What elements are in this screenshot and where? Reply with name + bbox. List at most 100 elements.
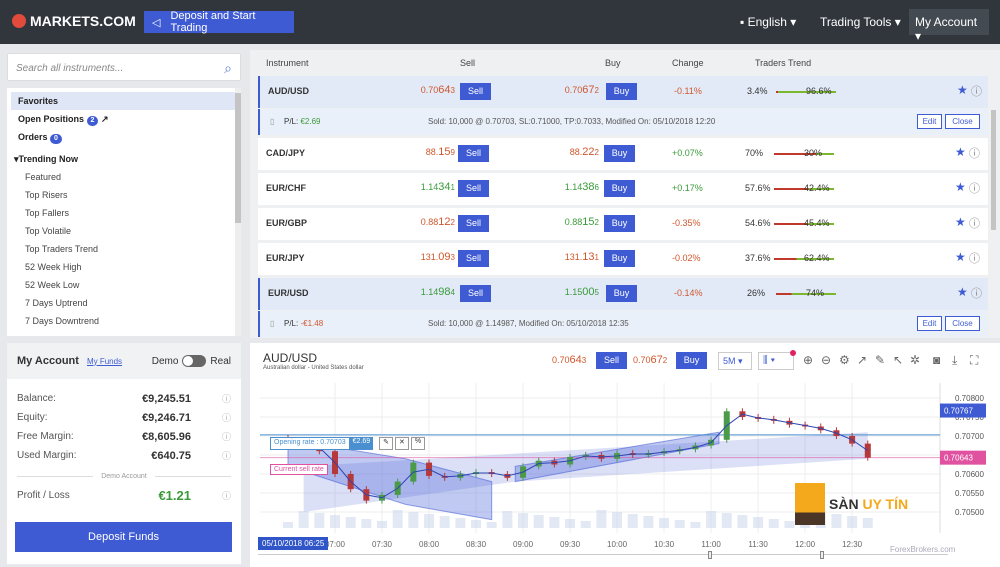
close-position-button[interactable]: Close [945, 114, 980, 129]
favorite-star-icon[interactable]: ★ [957, 285, 968, 299]
top-header: MARKETS.COM ◁ Deposit and Start Trading ▪… [0, 0, 1000, 44]
percent-icon[interactable]: % [410, 437, 426, 450]
instrument-row[interactable]: EUR/CHF 1.14341 Sell 1.14386 Buy +0.17% … [258, 173, 988, 205]
help-icon[interactable]: ⓘ [191, 449, 231, 462]
external-link-icon[interactable]: ↗ [101, 114, 109, 124]
watermark-logo-icon [795, 483, 825, 525]
buy-button[interactable]: Buy [606, 83, 637, 100]
volume-bar [737, 515, 748, 528]
instrument-row[interactable]: EUR/GBP 0.88122 Sell 0.88152 Buy -0.35% … [258, 208, 988, 240]
volume-bar [674, 520, 685, 528]
logo[interactable]: MARKETS.COM [12, 13, 136, 29]
help-icon[interactable]: ⓘ [191, 430, 231, 443]
free-margin-row: Free Margin: €8,605.96 ⓘ [17, 430, 231, 443]
edit-position-button[interactable]: Edit [917, 114, 942, 129]
volume-bar [282, 522, 293, 528]
nav-favorites[interactable]: Favorites [11, 92, 237, 110]
instrument-row[interactable]: EUR/USD 1.14984 Sell 1.15005 Buy -0.14% … [258, 278, 988, 310]
favorite-star-icon[interactable]: ★ [955, 250, 966, 264]
nav-7-days-downtrend[interactable]: 7 Days Downtrend [11, 312, 237, 330]
nav-scrollbar[interactable] [235, 88, 241, 336]
volume-bar [659, 518, 670, 528]
instrument-name: CAD/JPY [266, 148, 306, 158]
table-scrollbar[interactable] [991, 110, 996, 230]
deposit-funds-button[interactable]: Deposit Funds [15, 522, 232, 552]
chart-panel: AUD/USD Australian dollar - United State… [250, 343, 1000, 567]
instrument-name: AUD/USD [268, 86, 310, 96]
volume-bar [439, 516, 450, 528]
favorite-star-icon[interactable]: ★ [957, 83, 968, 97]
candle [864, 443, 871, 458]
volume-bar [784, 521, 795, 528]
instrument-row[interactable]: AUD/USD 0.70643 Sell 0.70672 Buy -0.11% … [258, 76, 988, 108]
sell-button[interactable]: Sell [458, 215, 489, 232]
nav-52-week-high[interactable]: 52 Week High [11, 258, 237, 276]
help-icon[interactable]: ⓘ [191, 489, 231, 502]
sell-button[interactable]: Sell [458, 180, 489, 197]
buy-button[interactable]: Buy [604, 250, 635, 267]
info-icon[interactable]: ⓘ [971, 83, 982, 99]
language-menu[interactable]: ▪ English ▾ [740, 15, 796, 29]
deposit-start-trading-button[interactable]: ◁ Deposit and Start Trading [144, 10, 294, 34]
demo-real-toggle[interactable] [182, 355, 207, 367]
opening-rate-label: Opening rate : 0.70703 €2.69 ✎ ✕ % [270, 437, 426, 450]
favorite-star-icon[interactable]: ★ [955, 145, 966, 159]
search-icon[interactable]: ⌕ [224, 60, 232, 77]
info-icon[interactable]: ⓘ [969, 145, 980, 161]
my-funds-link[interactable]: My Funds [87, 357, 122, 366]
buy-button[interactable]: Buy [604, 215, 635, 232]
volume-bar [643, 516, 654, 528]
nav-7-days-uptrend[interactable]: 7 Days Uptrend [11, 294, 237, 312]
sell-button[interactable]: Sell [458, 250, 489, 267]
real-label: Real [210, 355, 231, 367]
buy-price: 0.88152 [564, 216, 599, 228]
sell-price: 0.70643 [420, 84, 455, 96]
instrument-row[interactable]: EUR/JPY 131.093 Sell 131.131 Buy -0.02% … [258, 243, 988, 275]
sell-price: 131.093 [420, 251, 455, 263]
nav-top-fallers[interactable]: Top Fallers [11, 204, 237, 222]
volume-bar [361, 519, 372, 528]
instrument-name: EUR/GBP [266, 218, 308, 228]
instrument-nav: Favorites Open Positions 2 ↗ Orders 0 ▾T… [7, 88, 241, 336]
help-icon[interactable]: ⓘ [191, 411, 231, 424]
info-icon[interactable]: ⓘ [969, 215, 980, 231]
nav-top-volatile[interactable]: Top Volatile [11, 222, 237, 240]
nav-trending-now[interactable]: ▾Trending Now [11, 150, 237, 168]
volume-bar [768, 519, 779, 528]
instrument-row[interactable]: CAD/JPY 88.159 Sell 88.222 Buy +0.07% 70… [258, 138, 988, 170]
nav-orders[interactable]: Orders 0 [11, 128, 237, 146]
x-tick-label: 09:00 [513, 540, 534, 549]
edit-position-icon[interactable]: ✎ [379, 437, 394, 450]
header-traders-trend: Traders Trend [755, 58, 812, 68]
sell-button[interactable]: Sell [460, 285, 491, 302]
nav-top-risers[interactable]: Top Risers [11, 186, 237, 204]
nav-top-traders-trend[interactable]: Top Traders Trend [11, 240, 237, 258]
volume-bar [298, 511, 309, 528]
buy-percent: 62.4% [804, 253, 830, 263]
my-account-menu[interactable]: My Account ▾ [909, 9, 989, 43]
sell-button[interactable]: Sell [458, 145, 489, 162]
buy-button[interactable]: Buy [604, 180, 635, 197]
help-icon[interactable]: ⓘ [191, 392, 231, 405]
trading-tools-menu[interactable]: Trading Tools ▾ [820, 15, 901, 29]
count-badge: 0 [50, 134, 62, 144]
favorite-star-icon[interactable]: ★ [955, 180, 966, 194]
info-icon[interactable]: ⓘ [971, 285, 982, 301]
close-position-button[interactable]: Close [945, 316, 980, 331]
edit-position-button[interactable]: Edit [917, 316, 942, 331]
info-icon[interactable]: ⓘ [969, 250, 980, 266]
instrument-name: EUR/CHF [266, 183, 306, 193]
price-chart[interactable]: 07:00 07:30 08:00 08:30 09:00 09:30 10:00 10:30… [250, 343, 1000, 567]
info-icon[interactable]: ⓘ [969, 180, 980, 196]
volume-bar [408, 512, 419, 528]
sell-button[interactable]: Sell [460, 83, 491, 100]
buy-button[interactable]: Buy [606, 285, 637, 302]
favorite-star-icon[interactable]: ★ [955, 215, 966, 229]
close-position-icon[interactable]: ✕ [395, 437, 409, 450]
nav-featured[interactable]: Featured [11, 168, 237, 186]
time-navigator[interactable] [258, 551, 948, 560]
nav-open-positions[interactable]: Open Positions 2 ↗ [11, 110, 237, 128]
buy-button[interactable]: Buy [604, 145, 635, 162]
nav-52-week-low[interactable]: 52 Week Low [11, 276, 237, 294]
search-input[interactable]: Search all instruments... ⌕ [7, 53, 241, 81]
